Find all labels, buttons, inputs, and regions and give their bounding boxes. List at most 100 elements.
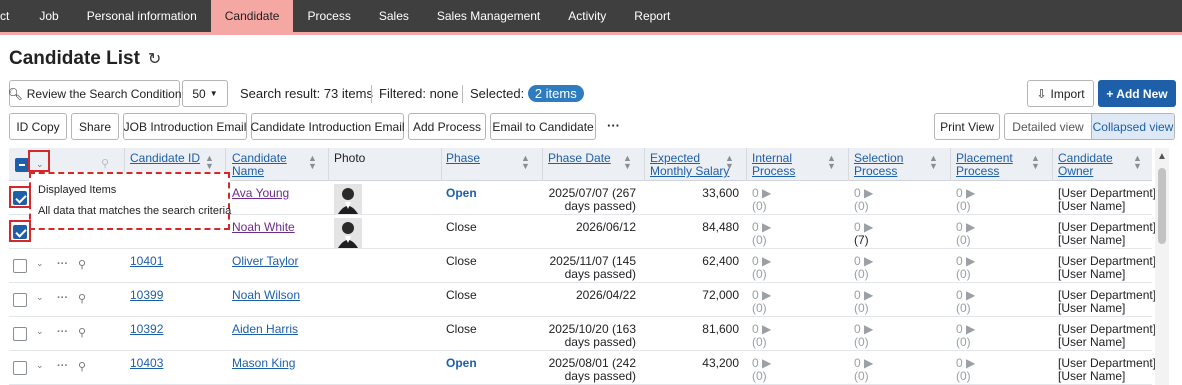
- column-divider: [328, 148, 329, 181]
- column-header-candidate-id[interactable]: Candidate ID: [130, 152, 200, 165]
- candidate-name-link[interactable]: Noah White: [232, 221, 295, 234]
- nav-item-contact[interactable]: ct: [0, 0, 25, 32]
- sort-icon[interactable]: ▲ ▼: [1133, 154, 1142, 171]
- selection-process-count[interactable]: 0 ▶ (0): [854, 323, 873, 349]
- chevron-down-icon[interactable]: ⌄: [36, 360, 44, 371]
- internal-process-count[interactable]: 0 ▶ (0): [752, 255, 771, 281]
- table-row[interactable]: ⌄ ··· ⚲ 10403 Mason King Open 2025/08/01…: [9, 351, 1156, 385]
- placement-process-count[interactable]: 0 ▶ (0): [956, 187, 975, 213]
- table-row[interactable]: ⌄ ··· ⚲ 10392 Aiden Harris Close 2025/10…: [9, 317, 1156, 351]
- share-button[interactable]: Share: [71, 113, 119, 140]
- column-header-selection-process[interactable]: Selection Process: [854, 152, 903, 178]
- internal-process-count[interactable]: 0 ▶ (0): [752, 187, 771, 213]
- placement-process-count[interactable]: 0 ▶ (0): [956, 289, 975, 315]
- scroll-up-arrow-icon[interactable]: ▲: [1157, 151, 1167, 162]
- sort-icon[interactable]: ▲ ▼: [205, 154, 214, 171]
- candidate-introduction-email-button[interactable]: Candidate Introduction Email: [250, 113, 405, 140]
- menu-item-displayed-items[interactable]: Displayed Items: [38, 184, 116, 196]
- column-header-candidate-owner[interactable]: Candidate Owner: [1058, 152, 1113, 178]
- more-icon[interactable]: ···: [57, 258, 68, 270]
- print-view-button[interactable]: Print View: [934, 113, 1000, 140]
- row-checkbox[interactable]: [13, 361, 27, 375]
- candidate-name-link[interactable]: Aiden Harris: [232, 323, 298, 336]
- more-icon[interactable]: ···: [57, 360, 68, 372]
- nav-item-job[interactable]: Job: [25, 0, 72, 32]
- row-checkbox[interactable]: [13, 293, 27, 307]
- scrollbar-thumb[interactable]: [1158, 168, 1166, 244]
- page-size-select[interactable]: 50 ▼: [182, 80, 228, 107]
- detailed-view-option[interactable]: Detailed view: [1005, 114, 1091, 139]
- pin-icon[interactable]: ⚲: [78, 326, 86, 339]
- candidate-id-link[interactable]: 10392: [130, 323, 163, 336]
- more-icon[interactable]: ···: [57, 292, 68, 304]
- more-actions-icon[interactable]: ···: [607, 118, 620, 133]
- candidate-name-link[interactable]: Noah Wilson: [232, 289, 300, 302]
- nav-item-personal-information[interactable]: Personal information: [73, 0, 211, 32]
- pin-off-icon[interactable]: ⚲: [101, 157, 109, 170]
- select-all-checkbox[interactable]: [15, 158, 29, 172]
- pin-icon[interactable]: ⚲: [78, 360, 86, 373]
- chevron-down-icon[interactable]: ⌄: [36, 326, 44, 337]
- column-header-internal-process[interactable]: Internal Process: [752, 152, 795, 178]
- internal-process-count[interactable]: 0 ▶ (0): [752, 323, 771, 349]
- candidate-id-link[interactable]: 10403: [130, 357, 163, 370]
- sort-icon[interactable]: ▲ ▼: [827, 154, 836, 171]
- sort-icon[interactable]: ▲ ▼: [1031, 154, 1040, 171]
- table-scrollbar[interactable]: ▲: [1155, 148, 1169, 385]
- selection-process-count[interactable]: 0 ▶ (0): [854, 289, 873, 315]
- view-toggle: Detailed view Collapsed view: [1004, 113, 1175, 140]
- nav-item-sales-management[interactable]: Sales Management: [423, 0, 554, 32]
- selection-process-count[interactable]: 0 ▶ (0): [854, 255, 873, 281]
- candidate-photo: [334, 184, 362, 214]
- candidate-name-link[interactable]: Mason King: [232, 357, 295, 370]
- email-to-candidate-button[interactable]: Email to Candidate: [490, 113, 596, 140]
- column-header-phase[interactable]: Phase: [446, 152, 480, 165]
- row-checkbox[interactable]: [13, 327, 27, 341]
- refresh-icon[interactable]: ↻: [148, 49, 161, 69]
- table-row[interactable]: ⌄ ··· ⚲ 10399 Noah Wilson Close 2026/04/…: [9, 283, 1156, 317]
- pin-icon[interactable]: ⚲: [78, 292, 86, 305]
- sort-icon[interactable]: ▲ ▼: [929, 154, 938, 171]
- placement-process-count[interactable]: 0 ▶ (0): [956, 255, 975, 281]
- chevron-down-icon[interactable]: ⌄: [36, 258, 44, 269]
- sort-icon[interactable]: ▲ ▼: [521, 154, 530, 171]
- internal-process-count[interactable]: 0 ▶ (0): [752, 289, 771, 315]
- placement-process-count[interactable]: 0 ▶ (0): [956, 323, 975, 349]
- candidate-name-link[interactable]: Oliver Taylor: [232, 255, 298, 268]
- candidate-id-link[interactable]: 10401: [130, 255, 163, 268]
- nav-item-report[interactable]: Report: [620, 0, 684, 32]
- selection-process-count[interactable]: 0 ▶ (0): [854, 357, 873, 383]
- nav-item-candidate[interactable]: Candidate: [210, 0, 294, 32]
- column-header-expected-salary[interactable]: Expected Monthly Salary: [650, 152, 729, 178]
- selection-process-count[interactable]: 0 ▶ (0): [854, 187, 873, 213]
- pin-icon[interactable]: ⚲: [78, 258, 86, 271]
- review-search-button[interactable]: 🔍︎ Review the Search Condition: [8, 80, 182, 107]
- table-row[interactable]: ⌄ ··· ⚲ 10401 Oliver Taylor Close 2025/1…: [9, 249, 1156, 283]
- internal-process-count[interactable]: 0 ▶ (0): [752, 357, 771, 383]
- candidate-id-link[interactable]: 10399: [130, 289, 163, 302]
- sort-icon[interactable]: ▲ ▼: [308, 154, 317, 171]
- chevron-down-icon[interactable]: ⌄: [36, 292, 44, 303]
- job-introduction-email-button[interactable]: JOB Introduction Email: [123, 113, 247, 140]
- id-copy-button[interactable]: ID Copy: [9, 113, 67, 140]
- sort-icon[interactable]: ▲ ▼: [623, 154, 632, 171]
- placement-process-count[interactable]: 0 ▶ (0): [956, 221, 975, 247]
- more-icon[interactable]: ···: [57, 326, 68, 338]
- placement-process-count[interactable]: 0 ▶ (0): [956, 357, 975, 383]
- selection-process-count[interactable]: 0 ▶ (7): [854, 221, 873, 247]
- nav-item-sales[interactable]: Sales: [365, 0, 423, 32]
- menu-item-all-matching-data[interactable]: All data that matches the search criteri…: [38, 205, 231, 217]
- nav-item-process[interactable]: Process: [293, 0, 364, 32]
- import-button[interactable]: ⇩ Import: [1027, 80, 1094, 107]
- add-new-button[interactable]: + Add New: [1098, 80, 1176, 107]
- column-header-candidate-name[interactable]: Candidate Name: [232, 152, 287, 178]
- add-process-button[interactable]: Add Process: [408, 113, 486, 140]
- column-header-phase-date[interactable]: Phase Date: [548, 152, 611, 165]
- internal-process-count[interactable]: 0 ▶ (0): [752, 221, 771, 247]
- sort-icon[interactable]: ▲ ▼: [725, 154, 734, 171]
- column-header-placement-process[interactable]: Placement Process: [956, 152, 1013, 178]
- nav-item-activity[interactable]: Activity: [554, 0, 620, 32]
- collapsed-view-option[interactable]: Collapsed view: [1090, 114, 1174, 139]
- row-checkbox[interactable]: [13, 259, 27, 273]
- candidate-name-link[interactable]: Ava Young: [232, 187, 289, 200]
